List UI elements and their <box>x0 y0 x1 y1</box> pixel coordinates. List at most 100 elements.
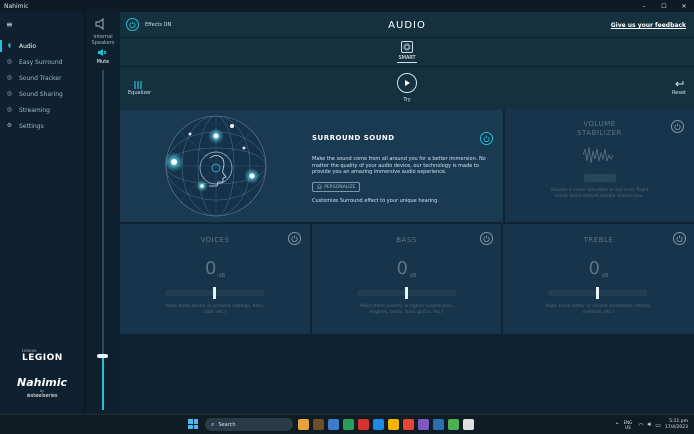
surround-description: Make the sound come from all around you … <box>312 156 486 175</box>
play-button[interactable] <box>397 73 417 93</box>
smart-tab-indicator <box>397 62 417 63</box>
try-label: Try <box>403 97 411 103</box>
taskbar-app-icon[interactable] <box>343 419 354 430</box>
voices-value: 0 dB <box>204 258 226 279</box>
language-indicator[interactable]: ENG US <box>624 420 633 430</box>
taskbar-app-icon[interactable] <box>463 419 474 430</box>
nahimic-wordmark: Nahimic <box>17 376 67 389</box>
stabilizer-power-button[interactable] <box>671 120 684 133</box>
wifi-icon[interactable]: ◠ <box>638 422 643 429</box>
speaker-icon[interactable] <box>95 18 109 33</box>
taskbar-app-icon[interactable] <box>358 419 369 430</box>
smart-tab[interactable]: SMART <box>120 55 694 61</box>
minimize-button[interactable]: – <box>634 0 654 12</box>
surround-power-button[interactable] <box>480 132 493 145</box>
taskbar-search[interactable]: ⌕ Search <box>205 418 293 431</box>
taskbar-app-icon[interactable] <box>373 419 384 430</box>
sound-tracker-icon: ◎ <box>6 74 13 81</box>
steelseries-logo: ⊚steelseries <box>26 393 58 399</box>
stabilizer-title: VOLUME STABILIZER <box>577 120 622 137</box>
sidebar-item-label: Sound Sharing <box>19 90 63 98</box>
taskbar-app-icon[interactable] <box>403 419 414 430</box>
surround-subtitle: Customize Surround effect to your unique… <box>312 198 440 204</box>
clock[interactable]: 5:11 pm 17/4/2023 <box>665 419 688 431</box>
sidebar-item-label: Sound Tracker <box>19 74 62 82</box>
main-area: Effects ON AUDIO Give us your feedback S… <box>120 12 694 414</box>
sidebar-nav: ◖ Audio ◎ Easy Surround ◎ Sound Tracker … <box>0 38 84 134</box>
taskbar-app-icon[interactable] <box>298 419 309 430</box>
voices-slider-thumb[interactable] <box>213 287 216 299</box>
mute-label: Mute <box>96 59 110 65</box>
stabilizer-option-button[interactable] <box>584 174 616 182</box>
sidebar-item-sound-sharing[interactable]: ◎ Sound Sharing <box>0 86 84 102</box>
battery-icon[interactable]: ▭ <box>655 422 661 429</box>
windows-start-icon[interactable] <box>188 419 198 429</box>
sidebar-item-settings[interactable]: ⚙ Settings <box>0 118 84 134</box>
taskbar-app-icon[interactable] <box>418 419 429 430</box>
nahimic-logo: Nahimic by ⊚steelseries <box>16 376 68 399</box>
treble-value: 0 dB <box>588 258 609 279</box>
treble-slider-thumb[interactable] <box>596 287 599 299</box>
stabilizer-description: Volume a never inaudible or too loud. Ri… <box>550 188 649 199</box>
taskbar-app-icon[interactable] <box>448 419 459 430</box>
voices-power-button[interactable] <box>288 232 301 245</box>
taskbar-app-icon[interactable] <box>328 419 339 430</box>
window-title: Nahimic <box>4 2 29 10</box>
sidebar-item-streaming[interactable]: ◎ Streaming <box>0 102 84 118</box>
voices-card: VOICES 0 dB Make them louder or present (… <box>120 224 310 334</box>
page-title: AUDIO <box>388 20 426 31</box>
device-label: Internal Speakers <box>91 34 115 46</box>
bass-value: 0 dB <box>396 258 417 279</box>
sidebar-item-audio[interactable]: ◖ Audio <box>0 38 84 54</box>
treble-description: Make them softer or clearer (footsteps, … <box>545 304 652 315</box>
headphones-icon: 🎧︎ <box>316 184 323 190</box>
taskbar-app-icon[interactable] <box>388 419 399 430</box>
volume-slider-thumb[interactable] <box>97 354 108 358</box>
feedback-link[interactable]: Give us your feedback <box>611 22 686 29</box>
sidebar-item-sound-tracker[interactable]: ◎ Sound Tracker <box>0 70 84 86</box>
treble-slider[interactable] <box>549 287 647 299</box>
easy-surround-icon: ◎ <box>6 58 13 65</box>
surround-sound-card: SURROUND SOUND Make the sound come from … <box>120 110 503 222</box>
sidebar-item-label: Streaming <box>19 106 50 114</box>
bass-power-button[interactable] <box>480 232 493 245</box>
volume-stabilizer-card: VOLUME STABILIZER Volume a never inaudib… <box>505 110 694 222</box>
tabs-divider <box>120 66 694 67</box>
bass-slider[interactable] <box>358 287 456 299</box>
volume-slider-fill <box>102 356 104 410</box>
header-divider <box>120 37 694 38</box>
treble-power-button[interactable] <box>673 232 686 245</box>
voices-description: Make them louder or present (dialogs, fi… <box>165 304 265 315</box>
taskbar: ⌕ Search ⌃ ENG US ◠ 🔊︎ ▭ 5:11 pm 17/4/20… <box>0 414 694 434</box>
voices-slider[interactable] <box>166 287 264 299</box>
reset-label[interactable]: Reset <box>672 90 686 96</box>
nahimic-window: Nahimic – ☐ ✕ ≡ ◖ Audio ◎ Easy Surround … <box>0 0 694 414</box>
bass-description: Make them punchy or lighter (explosions,… <box>359 304 454 315</box>
sidebar-item-easy-surround[interactable]: ◎ Easy Surround <box>0 54 84 70</box>
equalizer-label[interactable]: Equalizer <box>128 90 151 96</box>
search-icon: ⌕ <box>211 420 215 428</box>
waveform-icon <box>582 146 614 164</box>
taskbar-app-icon[interactable] <box>433 419 444 430</box>
sidebar: ≡ ◖ Audio ◎ Easy Surround ◎ Sound Tracke… <box>0 12 84 414</box>
surround-title: SURROUND SOUND <box>312 134 395 142</box>
settings-icon: ⚙ <box>6 122 13 129</box>
sound-sharing-icon: ◎ <box>6 90 13 97</box>
treble-card: TREBLE 0 dB Make them softer or clearer (… <box>503 224 694 334</box>
title-bar: Nahimic – ☐ ✕ <box>0 0 694 12</box>
menu-icon[interactable]: ≡ <box>6 20 13 29</box>
close-button[interactable]: ✕ <box>674 0 694 12</box>
personalize-button[interactable]: 🎧︎ PERSONALIZE <box>312 182 360 192</box>
smart-chip-icon[interactable] <box>401 41 413 53</box>
sidebar-item-label: Easy Surround <box>19 58 63 66</box>
device-column: Internal Speakers Mute <box>84 12 120 414</box>
taskbar-app-icon[interactable] <box>313 419 324 430</box>
volume-icon[interactable]: 🔊︎ <box>647 421 651 429</box>
maximize-button[interactable]: ☐ <box>654 0 674 12</box>
bass-slider-thumb[interactable] <box>405 287 408 299</box>
mute-icon[interactable] <box>97 48 107 59</box>
bass-title: BASS <box>396 236 417 244</box>
reset-icon[interactable] <box>674 80 684 90</box>
chevron-up-icon[interactable]: ⌃ <box>615 422 620 429</box>
system-tray: ⌃ ENG US ◠ 🔊︎ ▭ 5:11 pm 17/4/2023 <box>615 418 694 432</box>
